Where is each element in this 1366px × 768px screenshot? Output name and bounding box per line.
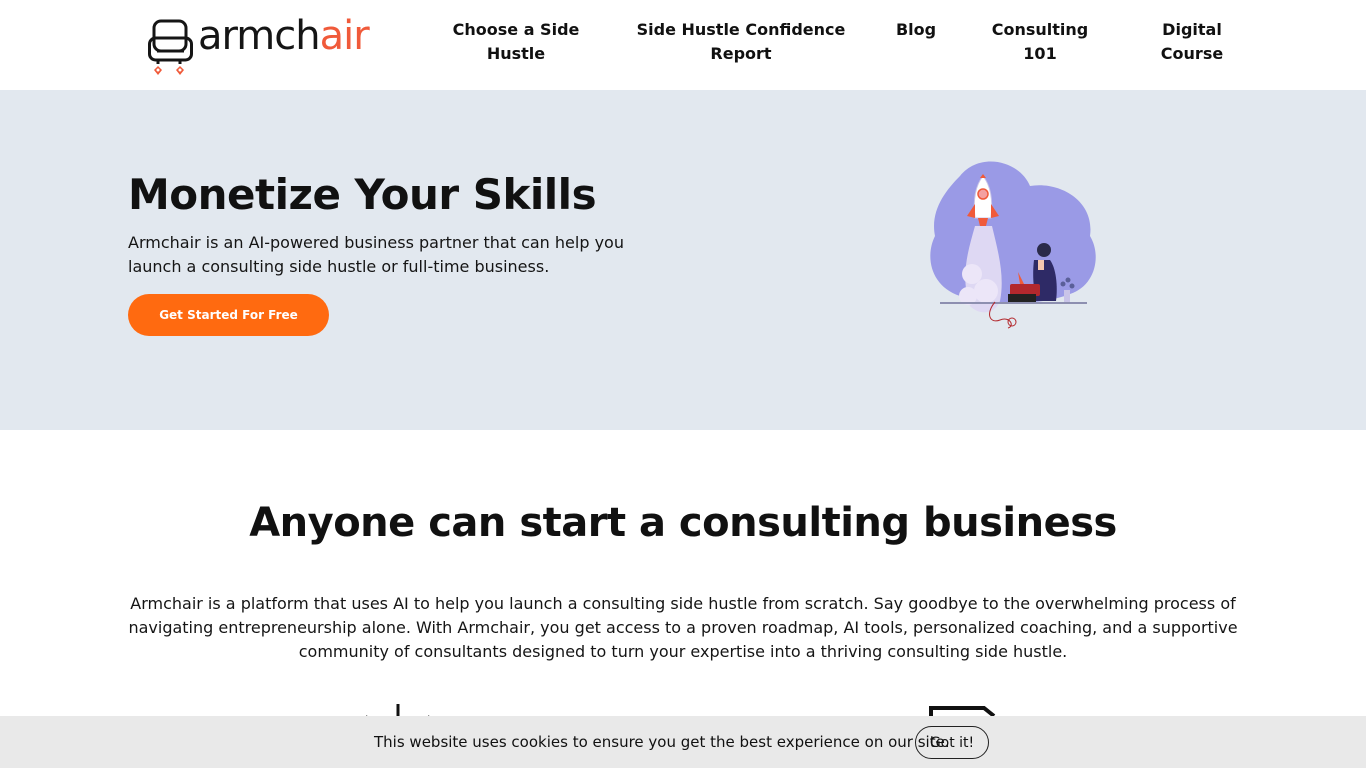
intro-title: Anyone can start a consulting business [249,500,1117,546]
intro-body: Armchair is a platform that uses AI to h… [128,594,1238,661]
nav-choose-side-hustle[interactable]: Choose a Side Hustle [452,18,580,66]
cookie-message: This website uses cookies to ensure you … [374,733,950,751]
logo-wordmark: armchair [198,13,370,59]
get-started-button[interactable]: Get Started For Free [128,294,329,336]
nav-consulting-101[interactable]: Consulting 101 [985,18,1095,66]
nav-confidence-report[interactable]: Side Hustle Confidence Report [636,18,846,66]
nav-digital-course[interactable]: Digital Course [1147,18,1237,66]
site-header: armchair Choose a Side Hustle Side Hustl… [0,0,1366,90]
rocket-launch-illustration [930,161,1096,329]
armchair-logo[interactable]: armchair [148,13,388,78]
nav-blog[interactable]: Blog [890,18,942,42]
armchair-icon [148,19,193,75]
hero-title: Monetize Your Skills [128,170,597,219]
hero-section: Monetize Your Skills Armchair is an AI-p… [0,90,1366,430]
hero-subtitle: Armchair is an AI-powered business partn… [128,233,624,276]
cookie-banner: This website uses cookies to ensure you … [0,716,1366,768]
cookie-accept-button[interactable]: Got it! [915,726,989,759]
